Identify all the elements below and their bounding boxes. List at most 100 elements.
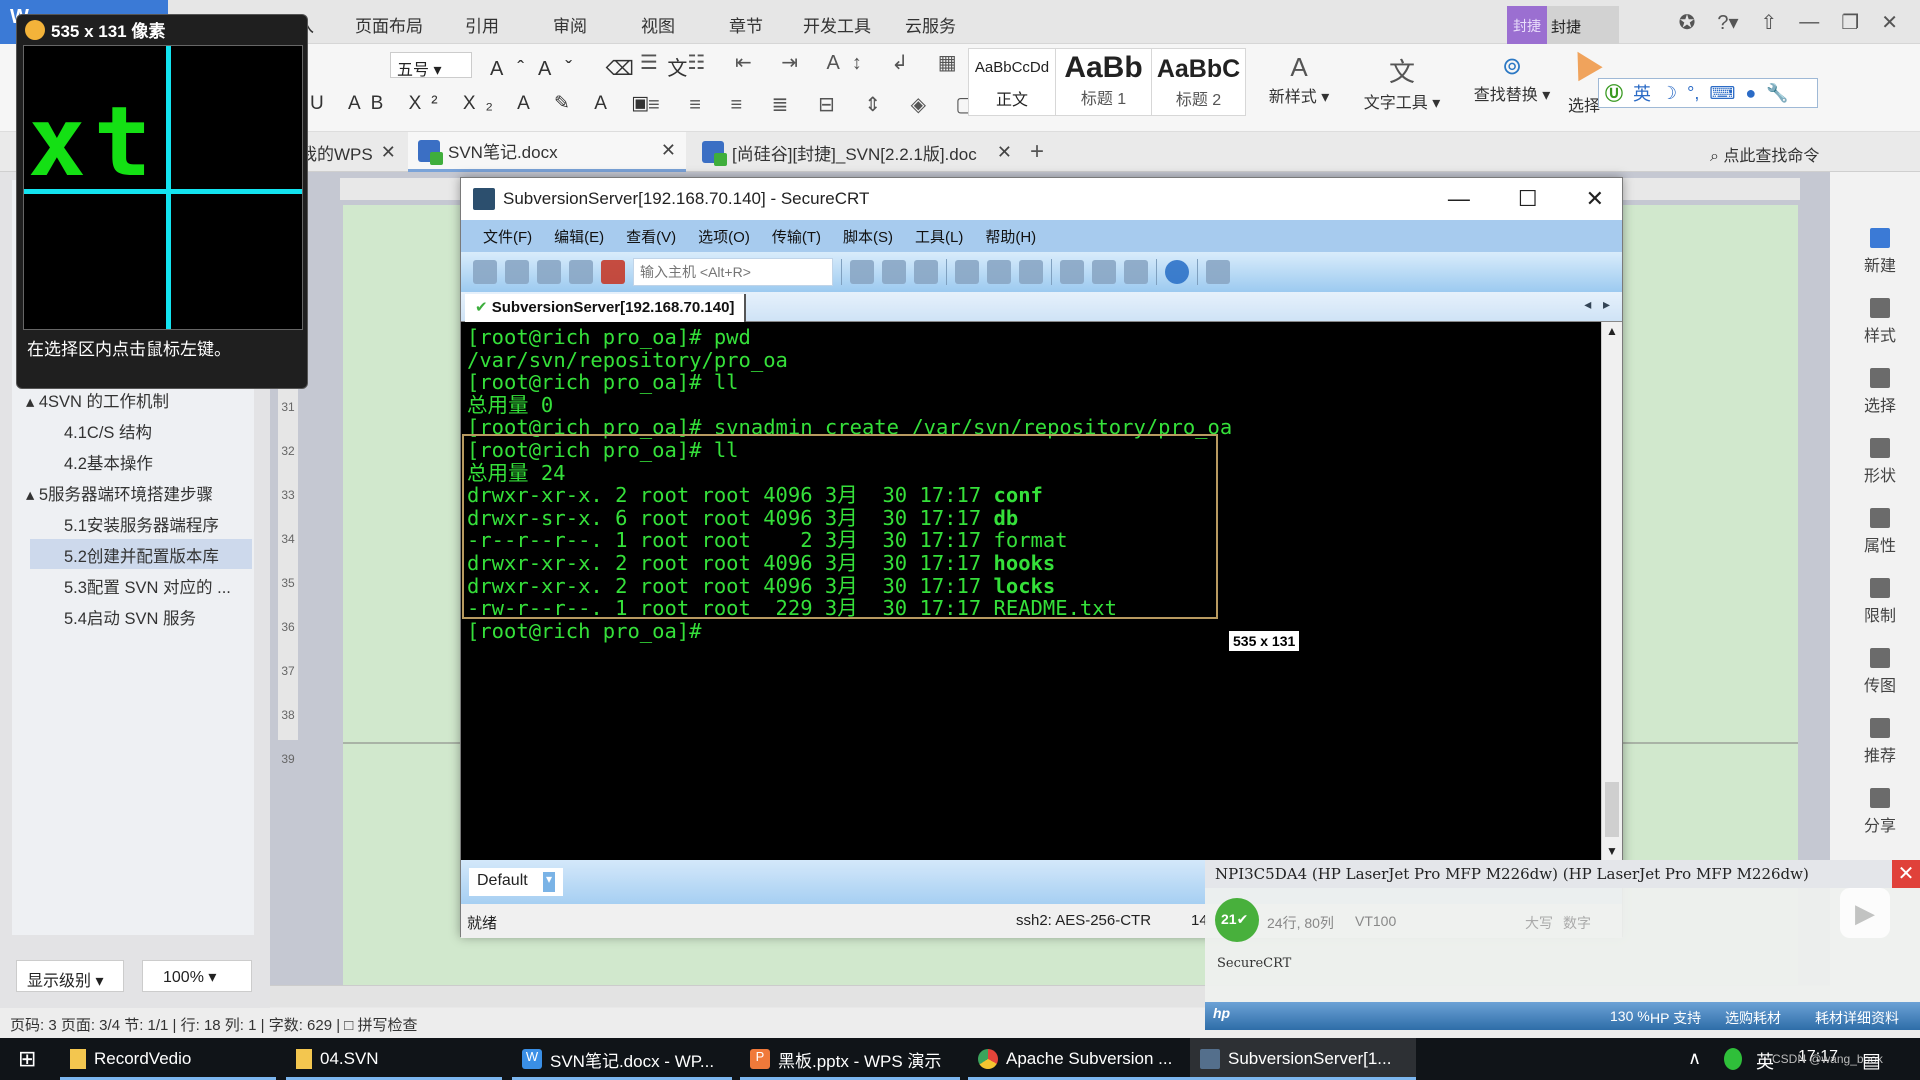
paste-icon[interactable] bbox=[882, 260, 906, 284]
taskbar-item[interactable]: 04.SVN bbox=[286, 1038, 502, 1080]
menu-references[interactable]: 引用 bbox=[465, 12, 499, 37]
tab-svn-doc[interactable]: [尚硅谷][封捷]_SVN[2.2.1版].doc ✕ bbox=[692, 132, 1022, 172]
panel-upload-image[interactable]: 传图 bbox=[1850, 648, 1910, 696]
panel-select[interactable]: 选择 bbox=[1850, 368, 1910, 416]
nav-item[interactable]: 5.4启动 SVN 服务 bbox=[64, 605, 196, 629]
screenshot-selection-box[interactable] bbox=[462, 434, 1218, 619]
text-tools-button[interactable]: 文 文字工具 ▾ bbox=[1358, 52, 1446, 113]
screen-icon[interactable] bbox=[1206, 260, 1230, 284]
network-tray-icon[interactable] bbox=[1724, 1048, 1742, 1070]
menu-script[interactable]: 脚本(S) bbox=[843, 226, 893, 247]
text-format-tools[interactable]: U AB X² X₂ A ✎ A ▣ bbox=[310, 92, 659, 115]
tray-expand-icon[interactable]: ∧ bbox=[1688, 1048, 1701, 1069]
close-icon[interactable]: ✕ bbox=[1881, 10, 1898, 35]
panel-properties[interactable]: 属性 bbox=[1850, 508, 1910, 556]
tab-scroll-arrows[interactable]: ◂ ▸ bbox=[1584, 296, 1610, 313]
account-badge[interactable]: 封捷 bbox=[1507, 6, 1547, 44]
start-button[interactable]: ⊞ bbox=[8, 1038, 46, 1080]
terminal-scrollbar[interactable]: ▲ ▼ bbox=[1601, 322, 1622, 860]
sftp-icon[interactable] bbox=[1060, 260, 1084, 284]
menu-options[interactable]: 选项(O) bbox=[698, 226, 750, 247]
session-options-icon[interactable] bbox=[955, 260, 979, 284]
taskbar-item[interactable]: W SVN笔记.docx - WP... bbox=[512, 1038, 732, 1080]
hp-link[interactable]: 选购耗材 bbox=[1725, 1008, 1781, 1028]
font-size-select[interactable]: 五号 ▾ bbox=[390, 52, 472, 79]
scroll-up-icon[interactable]: ▲ bbox=[1606, 324, 1618, 338]
nav-item[interactable]: 5.1安装服务器端程序 bbox=[64, 512, 219, 536]
style-heading-1[interactable]: AaBb 标题 1 bbox=[1056, 48, 1152, 116]
panel-style[interactable]: 样式 bbox=[1850, 298, 1910, 346]
upload-icon[interactable]: ⇧ bbox=[1761, 10, 1778, 35]
zoom-select[interactable]: 100% ▾ bbox=[142, 960, 252, 992]
display-level-select[interactable]: 显示级别 ▾ bbox=[16, 960, 124, 992]
menu-help[interactable]: 帮助(H) bbox=[985, 226, 1036, 247]
close-tab-icon[interactable]: ✕ bbox=[381, 142, 396, 163]
hp-link[interactable]: HP 支持 bbox=[1650, 1008, 1701, 1028]
help-icon[interactable]: ?▾ bbox=[1717, 10, 1738, 35]
close-tab-icon[interactable]: ✕ bbox=[661, 140, 676, 161]
copy-icon[interactable] bbox=[850, 260, 874, 284]
menu-view[interactable]: 视图 bbox=[641, 12, 675, 37]
minimize-icon[interactable]: — bbox=[1799, 11, 1819, 34]
restore-icon[interactable]: ❐ bbox=[1841, 10, 1859, 35]
nav-item[interactable]: ▴ 4SVN 的工作机制 bbox=[26, 388, 169, 412]
video-play-icon[interactable]: ▶ bbox=[1840, 888, 1890, 938]
menu-tools[interactable]: 工具(L) bbox=[915, 226, 963, 247]
nav-item[interactable]: ▴ 5服务器端环境搭建步骤 bbox=[26, 481, 213, 505]
maximize-icon[interactable]: ☐ bbox=[1518, 186, 1538, 212]
account-name[interactable]: 封捷 bbox=[1547, 6, 1619, 44]
menu-developer[interactable]: 开发工具 bbox=[803, 12, 871, 37]
find-icon[interactable] bbox=[914, 260, 938, 284]
command-search[interactable]: ⌕ 点此查找命令 bbox=[1710, 142, 1819, 166]
menu-edit[interactable]: 编辑(E) bbox=[554, 226, 604, 247]
connect-tab-icon[interactable] bbox=[537, 260, 561, 284]
hp-link[interactable]: 耗材详细资料 bbox=[1815, 1008, 1899, 1028]
close-tab-icon[interactable]: ✕ bbox=[997, 142, 1012, 163]
help-icon[interactable] bbox=[1165, 260, 1189, 284]
nav-item[interactable]: 4.2基本操作 bbox=[64, 450, 153, 474]
panel-share[interactable]: 分享 bbox=[1850, 788, 1910, 836]
minimize-icon[interactable]: — bbox=[1448, 186, 1470, 212]
print-icon[interactable] bbox=[1019, 260, 1043, 284]
paragraph-tools[interactable]: ☰ ☷ ⇤ ⇥ A↕ ↲ ▦ bbox=[640, 50, 969, 75]
panel-recommend[interactable]: 推荐 bbox=[1850, 718, 1910, 766]
taskbar-item-active[interactable]: SubversionServer[1... bbox=[1190, 1038, 1416, 1080]
find-replace-button[interactable]: ⊚ 查找替换 ▾ bbox=[1468, 52, 1556, 105]
style-heading-2[interactable]: AaBbC 标题 2 bbox=[1152, 48, 1246, 116]
new-style-button[interactable]: A 新样式 ▾ bbox=[1264, 52, 1334, 107]
button-bar-select[interactable]: Default ▾ bbox=[469, 868, 563, 896]
tab-my-wps[interactable]: 我的WPS ✕ bbox=[290, 132, 410, 172]
new-tab-button[interactable]: + bbox=[1030, 138, 1044, 166]
style-normal[interactable]: AaBbCcDd 正文 bbox=[968, 48, 1056, 116]
tab-svn-notes[interactable]: SVN笔记.docx ✕ bbox=[408, 132, 686, 172]
panel-shape[interactable]: 形状 bbox=[1850, 438, 1910, 486]
reconnect-icon[interactable] bbox=[569, 260, 593, 284]
close-icon[interactable]: ✕ bbox=[1586, 186, 1604, 212]
menu-view[interactable]: 查看(V) bbox=[626, 226, 676, 247]
scroll-thumb[interactable] bbox=[1605, 782, 1619, 837]
connect-icon[interactable] bbox=[473, 260, 497, 284]
close-icon[interactable]: ✕ bbox=[1892, 860, 1920, 888]
disconnect-icon[interactable] bbox=[601, 260, 625, 284]
nav-item[interactable]: 4.1C/S 结构 bbox=[64, 419, 152, 443]
notification-icon[interactable]: ▤ bbox=[1862, 1048, 1881, 1073]
menu-review[interactable]: 审阅 bbox=[553, 12, 587, 37]
global-options-icon[interactable] bbox=[987, 260, 1011, 284]
taskbar-item[interactable]: Apache Subversion ... bbox=[968, 1038, 1190, 1080]
menu-page-layout[interactable]: 页面布局 bbox=[355, 12, 423, 37]
nav-item-selected[interactable]: 5.2创建并配置版本库 bbox=[64, 543, 219, 567]
panel-restrict[interactable]: 限制 bbox=[1850, 578, 1910, 626]
alignment-tools[interactable]: ≡ ≡ ≡ ≣ ⊟ ⇕ ◈ ▢ bbox=[648, 92, 986, 117]
nav-item[interactable]: 5.3配置 SVN 对应的 ... bbox=[64, 574, 231, 598]
skin-icon[interactable]: ✪ bbox=[1679, 10, 1696, 35]
menu-transfer[interactable]: 传输(T) bbox=[772, 226, 821, 247]
keymap-icon[interactable] bbox=[1092, 260, 1116, 284]
quick-connect-icon[interactable] bbox=[505, 260, 529, 284]
host-input[interactable] bbox=[633, 258, 833, 286]
taskbar-item[interactable]: P 黑板.pptx - WPS 演示 bbox=[740, 1038, 960, 1080]
session-tab[interactable]: ✔ SubversionServer[192.168.70.140] bbox=[465, 294, 747, 322]
key-agent-icon[interactable] bbox=[1124, 260, 1148, 284]
panel-new[interactable]: 新建 bbox=[1850, 228, 1910, 276]
taskbar-item[interactable]: RecordVedio bbox=[60, 1038, 276, 1080]
scroll-down-icon[interactable]: ▼ bbox=[1606, 844, 1618, 858]
